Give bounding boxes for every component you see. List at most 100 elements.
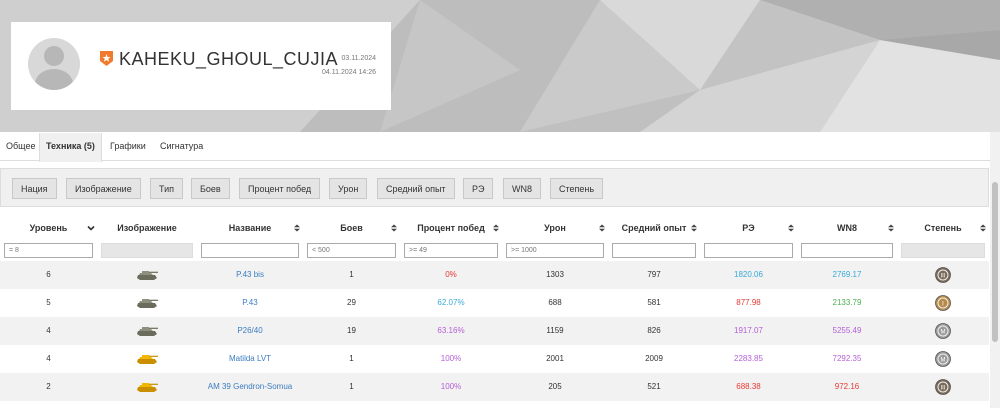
filter-input-winrate[interactable] [404,243,498,258]
column-header-avg-xp[interactable]: Средний опыт [608,215,700,241]
filter-input-wn8[interactable] [801,243,893,258]
mastery-badge-icon: III [935,379,951,395]
table-row[interactable]: 6 P.43 bis 1 0% 1303 797 1820.06 2769.17 III [0,261,989,289]
sort-icon[interactable] [690,224,698,232]
cell-damage: 688 [548,298,562,307]
column-toggle-bar: Нация Изображение Тип Боев Процент побед… [0,168,989,207]
tank-icon [137,271,158,280]
tab-vehicles[interactable]: Техника (5) [39,133,102,162]
profile-card: KAHEKU_GHOUL_CUJIA 03.11.2024 04.11.2024… [11,22,391,110]
filter-input-battles[interactable] [307,243,396,258]
column-header-re[interactable]: РЭ [700,215,797,241]
column-header-winrate[interactable]: Процент побед [400,215,502,241]
filter-input-re[interactable] [704,243,793,258]
cell-winrate: 100% [440,354,462,363]
cell-battles: 1 [349,382,354,391]
cell-avg-xp: 826 [647,326,661,335]
toggle-battles-button[interactable]: Боев [191,178,230,199]
toggle-mastery-button[interactable]: Степень [550,178,604,199]
cell-mastery: III [897,261,989,289]
filter-input-mastery [901,243,985,258]
chevron-down-icon[interactable] [87,224,95,232]
toggle-avg-xp-button[interactable]: Средний опыт [377,178,455,199]
cell-level: 2 [46,382,51,391]
table-filter-row [0,241,989,261]
mastery-badge-icon: M [935,351,951,367]
player-nickname: KAHEKU_GHOUL_CUJIA [119,49,339,69]
filter-input-damage[interactable] [506,243,604,258]
svg-text:M: M [941,358,946,364]
cell-avg-xp: 797 [647,270,661,279]
tank-icon [137,299,158,308]
column-header-damage[interactable]: Урон [502,215,608,241]
sort-icon[interactable] [887,224,895,232]
cell-winrate: 62.07% [437,298,465,307]
cell-wn8: 972.16 [834,382,860,391]
sort-icon[interactable] [492,224,500,232]
cell-re: 688.38 [736,382,761,391]
cell-mastery: M [897,345,989,373]
toggle-winrate-button[interactable]: Процент побед [239,178,321,199]
tank-name-link[interactable]: P26/40 [237,326,262,335]
sort-icon[interactable] [787,224,795,232]
sort-icon[interactable] [293,224,301,232]
column-header-image[interactable]: Изображение [97,215,197,241]
table-row[interactable]: 4 P26/40 19 63.16% 1159 826 1917.07 5255.49 M [0,317,989,345]
column-header-mastery[interactable]: Степень [897,215,989,241]
tab-general[interactable]: Общее [0,133,41,161]
cell-battles: 19 [347,326,356,335]
table-row[interactable]: 5 P.43 29 62.07% 688 581 877.98 2133.79 I [0,289,989,317]
tank-name-link[interactable]: Matilda LVT [229,354,271,363]
toggle-re-button[interactable]: РЭ [463,178,494,199]
column-header-wn8[interactable]: WN8 [797,215,897,241]
cell-name: AM 39 Gendron-Somua [197,373,303,401]
tab-charts[interactable]: Графики [104,133,152,161]
cell-damage: 1303 [546,270,564,279]
cell-image [97,345,197,373]
cell-damage: 1159 [546,326,564,335]
column-header-name[interactable]: Название [197,215,303,241]
cell-wn8: 7292.35 [832,354,862,363]
cell-mastery: M [897,317,989,345]
tank-name-link[interactable]: P.43 bis [236,270,264,279]
cell-re: 2283.85 [734,354,763,363]
cell-name: P26/40 [197,317,303,345]
scrollbar[interactable] [990,132,1000,408]
cell-name: Matilda LVT [197,345,303,373]
column-header-level[interactable]: Уровень [0,215,97,241]
toggle-image-button[interactable]: Изображение [66,178,141,199]
cell-battles: 29 [347,298,356,307]
tab-signature[interactable]: Сигнатура [154,133,209,161]
cell-image [97,289,197,317]
cell-image [97,373,197,401]
cell-mastery: III [897,373,989,401]
filter-input-avg-xp[interactable] [612,243,696,258]
tank-name-link[interactable]: AM 39 Gendron-Somua [208,382,293,391]
cell-level: 4 [46,354,51,363]
toggle-wn8-button[interactable]: WN8 [503,178,541,199]
mastery-badge-icon: I [935,295,951,311]
cell-damage: 2001 [546,354,564,363]
date-created: 03.11.2024 [341,55,376,62]
svg-text:M: M [941,330,946,336]
filter-input-level[interactable] [4,243,93,258]
filter-input-image [101,243,193,258]
sort-icon[interactable] [598,224,606,232]
toggle-damage-button[interactable]: Урон [329,178,368,199]
cell-battles: 1 [349,270,354,279]
profile-tabs: Общее Техника (5) Графики Сигнатура [0,133,1000,162]
tank-icon [137,355,158,364]
sort-icon[interactable] [979,224,987,232]
filter-input-name[interactable] [201,243,299,258]
tank-icon [137,327,158,336]
mastery-badge-icon: M [935,323,951,339]
date-updated: 04.11.2024 14:26 [322,69,376,76]
sort-icon[interactable] [390,224,398,232]
table-row[interactable]: 4 Matilda LVT 1 100% 2001 2009 2283.85 7292.35 M [0,345,989,373]
table-row[interactable]: 2 AM 39 Gendron-Somua 1 100% 205 521 688.38 972… [0,373,989,401]
column-header-battles[interactable]: Боев [303,215,400,241]
toggle-nation-button[interactable]: Нация [12,178,57,199]
toggle-type-button[interactable]: Тип [150,178,184,199]
star-rank-icon [100,51,113,66]
tank-name-link[interactable]: P.43 [242,298,257,307]
